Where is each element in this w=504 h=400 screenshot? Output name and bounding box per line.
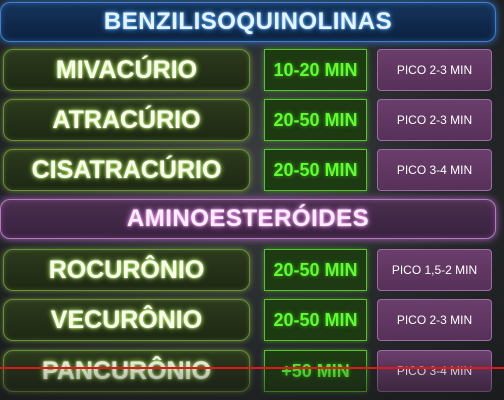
drug-mivacurio: MIVACÚRIO	[3, 49, 250, 91]
duration-pancuronio: +50 MIN	[264, 350, 367, 392]
drug-label: PANCURÔNIO	[42, 356, 211, 385]
peak-vecuronio: PICO 2-3 MIN	[377, 299, 492, 341]
duration-label: 20-50 MIN	[273, 309, 358, 330]
peak-rocuronio: PICO 1,5-2 MIN	[377, 249, 492, 291]
drug-vecuronio: VECURÔNIO	[3, 299, 250, 341]
duration-label: 20-50 MIN	[273, 259, 358, 280]
drug-atracurio: ATRACÚRIO	[3, 99, 250, 141]
duration-atracurio: 20-50 MIN	[264, 99, 367, 141]
peak-atracurio: PICO 2-3 MIN	[377, 99, 492, 141]
drug-label: ROCURÔNIO	[48, 255, 205, 284]
drug-pancuronio: PANCURÔNIO	[3, 350, 250, 392]
drug-cisatracurio: CISATRACÚRIO	[3, 149, 250, 191]
header-aminoesteroides: AMINOESTERÓIDES	[0, 199, 496, 239]
duration-vecuronio: 20-50 MIN	[264, 299, 367, 341]
peak-label: PICO 2-3 MIN	[396, 113, 473, 127]
header-benzilisoquinolinas-label: BENZILISOQUINOLINAS	[103, 8, 393, 35]
peak-label: PICO 3-4 MIN	[396, 163, 473, 177]
duration-cisatracurio: 20-50 MIN	[264, 149, 367, 191]
drug-label: MIVACÚRIO	[55, 55, 198, 84]
peak-cisatracurio: PICO 3-4 MIN	[377, 149, 492, 191]
drug-label: CISATRACÚRIO	[31, 155, 222, 184]
duration-rocuronio: 20-50 MIN	[264, 249, 367, 291]
drug-rocuronio: ROCURÔNIO	[3, 249, 250, 291]
red-annotation-line	[0, 367, 504, 369]
drug-label: ATRACÚRIO	[52, 105, 201, 134]
header-benzilisoquinolinas: BENZILISOQUINOLINAS	[0, 2, 496, 42]
duration-label: 20-50 MIN	[273, 159, 358, 180]
peak-label: PICO 2-3 MIN	[396, 313, 473, 327]
duration-label: 20-50 MIN	[273, 109, 358, 130]
peak-mivacurio: PICO 2-3 MIN	[377, 49, 492, 91]
peak-pancuronio: PICO 3-4 MIN	[377, 350, 492, 392]
header-aminoesteroides-label: AMINOESTERÓIDES	[126, 205, 370, 232]
peak-label: PICO 2-3 MIN	[396, 63, 473, 77]
duration-mivacurio: 10-20 MIN	[264, 49, 367, 91]
duration-label: +50 MIN	[281, 360, 350, 381]
duration-label: 10-20 MIN	[273, 59, 358, 80]
drug-label: VECURÔNIO	[50, 305, 203, 334]
peak-label: PICO 1,5-2 MIN	[391, 263, 478, 277]
